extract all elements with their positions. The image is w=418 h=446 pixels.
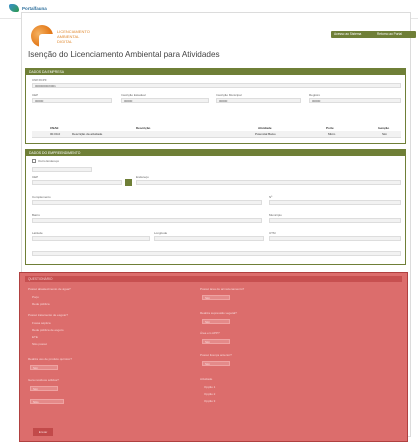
option-label[interactable]: Fossa séptica <box>32 321 51 325</box>
questionnaire-header: QUESTIONÁRIO <box>25 276 402 282</box>
question-text: Área em APP? <box>200 331 220 335</box>
table-cell-activity: Potencial Baixo <box>255 132 276 136</box>
complement-field[interactable] <box>32 200 262 205</box>
table-cell-description: Descrição da atividade <box>72 132 103 136</box>
question-text: Possui licença anterior? <box>200 353 232 357</box>
answer-select[interactable]: Sim <box>30 386 58 391</box>
page-title: Isenção do Licenciamento Ambiental para … <box>28 50 220 59</box>
complement-label: Complemento <box>32 195 51 199</box>
answer-select[interactable]: Sim <box>202 361 230 366</box>
table-row[interactable]: 00.00-0 Descrição da atividade Potencial… <box>32 131 401 138</box>
address-label: Endereço <box>136 175 149 179</box>
brand[interactable]: Portalfauna <box>9 4 47 12</box>
answer-select[interactable]: Não <box>30 399 64 404</box>
city-field[interactable] <box>269 218 401 223</box>
city-reg-label: Inscrição Municipal <box>216 93 242 97</box>
question-text: Possui área de armazenamento? <box>200 287 245 291</box>
cnpj-field[interactable]: 00000000/0001 <box>32 83 401 88</box>
question-text: Realiza uso de produto químico? <box>28 357 72 361</box>
question-text: Gera resíduos sólidos? <box>28 378 59 382</box>
table-header-size: Porte <box>326 126 334 130</box>
state-reg-label: Inscrição Estadual <box>121 93 146 97</box>
page: Portalfauna LICENCIAMENTO AMBIENTAL DIGI… <box>0 0 418 446</box>
utm-label: UTM <box>269 231 276 235</box>
submit-button[interactable]: Enviar <box>33 428 53 436</box>
table-cell-size: Micro <box>328 132 336 136</box>
option-label[interactable]: Poço <box>32 295 39 299</box>
table-cell-cnae: 00.00-0 <box>50 132 61 136</box>
district-field[interactable] <box>32 218 262 223</box>
return-button[interactable]: Retorno ao Portal <box>374 31 416 38</box>
logo-title: LICENCIAMENTO AMBIENTAL <box>57 29 90 39</box>
cep-label: CEP <box>32 93 39 97</box>
state-reg-field[interactable]: 00000 <box>121 98 209 103</box>
longitude-field[interactable] <box>154 236 264 241</box>
longitude-label: Longitude <box>154 231 168 235</box>
questionnaire-panel: QUESTIONÁRIO Possui abastecimento de águ… <box>19 272 408 442</box>
brand-logo-icon <box>9 4 19 12</box>
question-text: Possui tratamento de esgoto? <box>28 313 68 317</box>
question-text: Atividade <box>200 377 213 381</box>
utm-field[interactable] <box>269 236 401 241</box>
answer-select[interactable]: Sim <box>202 339 230 344</box>
option-label[interactable]: Opção 1 <box>204 385 215 389</box>
answer-select[interactable]: Sim <box>202 319 230 324</box>
answer-select[interactable]: Sim <box>202 295 230 300</box>
address-search-field[interactable] <box>32 167 92 172</box>
brand-name: Portalfauna <box>22 5 47 11</box>
table-header-cnae: CNAE <box>50 126 59 130</box>
program-logo: LICENCIAMENTO AMBIENTAL DIGITAL <box>31 25 111 47</box>
cnpj-label: CNPJ/CPF <box>32 78 47 82</box>
option-label[interactable]: ETE <box>32 335 38 339</box>
logo-subtitle: DIGITAL <box>57 39 73 44</box>
location-section: DADOS DO EMPREENDIMENTO Outro Endereço C… <box>25 149 406 265</box>
city-reg-field[interactable]: 00000 <box>216 98 301 103</box>
other-address-label: Outro Endereço <box>38 159 60 163</box>
location-cep-field[interactable] <box>32 180 122 185</box>
number-label: Nº <box>269 195 273 199</box>
location-cep-label: CEP <box>32 175 39 179</box>
question-text: Realiza supressão vegetal? <box>200 311 237 315</box>
option-label[interactable]: Opção 2 <box>204 392 215 396</box>
company-section-header: DADOS DA EMPRESA <box>26 69 405 75</box>
option-label[interactable]: Rede pública de esgoto <box>32 328 64 332</box>
city-label: Município <box>269 213 282 217</box>
login-button[interactable]: Acesso ao Sistema <box>331 31 377 38</box>
address-field[interactable] <box>136 180 401 185</box>
company-section: DADOS DA EMPRESA CNPJ/CPF 00000000/0001 … <box>25 68 406 144</box>
option-label[interactable]: Opção 3 <box>204 399 215 403</box>
district-label: Bairro <box>32 213 41 217</box>
latitude-label: Latitude <box>32 231 43 235</box>
cep-field[interactable]: 00000 <box>32 98 112 103</box>
table-header-activity: Atividade <box>258 126 272 130</box>
other-address-checkbox[interactable] <box>32 159 36 163</box>
registry-field[interactable]: 00000 <box>309 98 401 103</box>
table-cell-exemption: Sim <box>382 132 388 136</box>
number-field[interactable] <box>269 200 401 205</box>
option-label[interactable]: Não possui <box>32 342 47 346</box>
notes-field[interactable] <box>32 251 401 256</box>
table-header-description: Descrição <box>136 126 151 130</box>
latitude-field[interactable] <box>32 236 150 241</box>
option-label[interactable]: Rede pública <box>32 302 50 306</box>
cep-search-button[interactable] <box>125 179 132 186</box>
answer-select[interactable]: Sim <box>30 365 58 370</box>
question-text: Possui abastecimento de água? <box>28 287 71 291</box>
table-header-exemption: Isenção <box>378 126 390 130</box>
registry-label: Registro <box>309 93 321 97</box>
location-section-header: DADOS DO EMPREENDIMENTO <box>26 150 405 156</box>
